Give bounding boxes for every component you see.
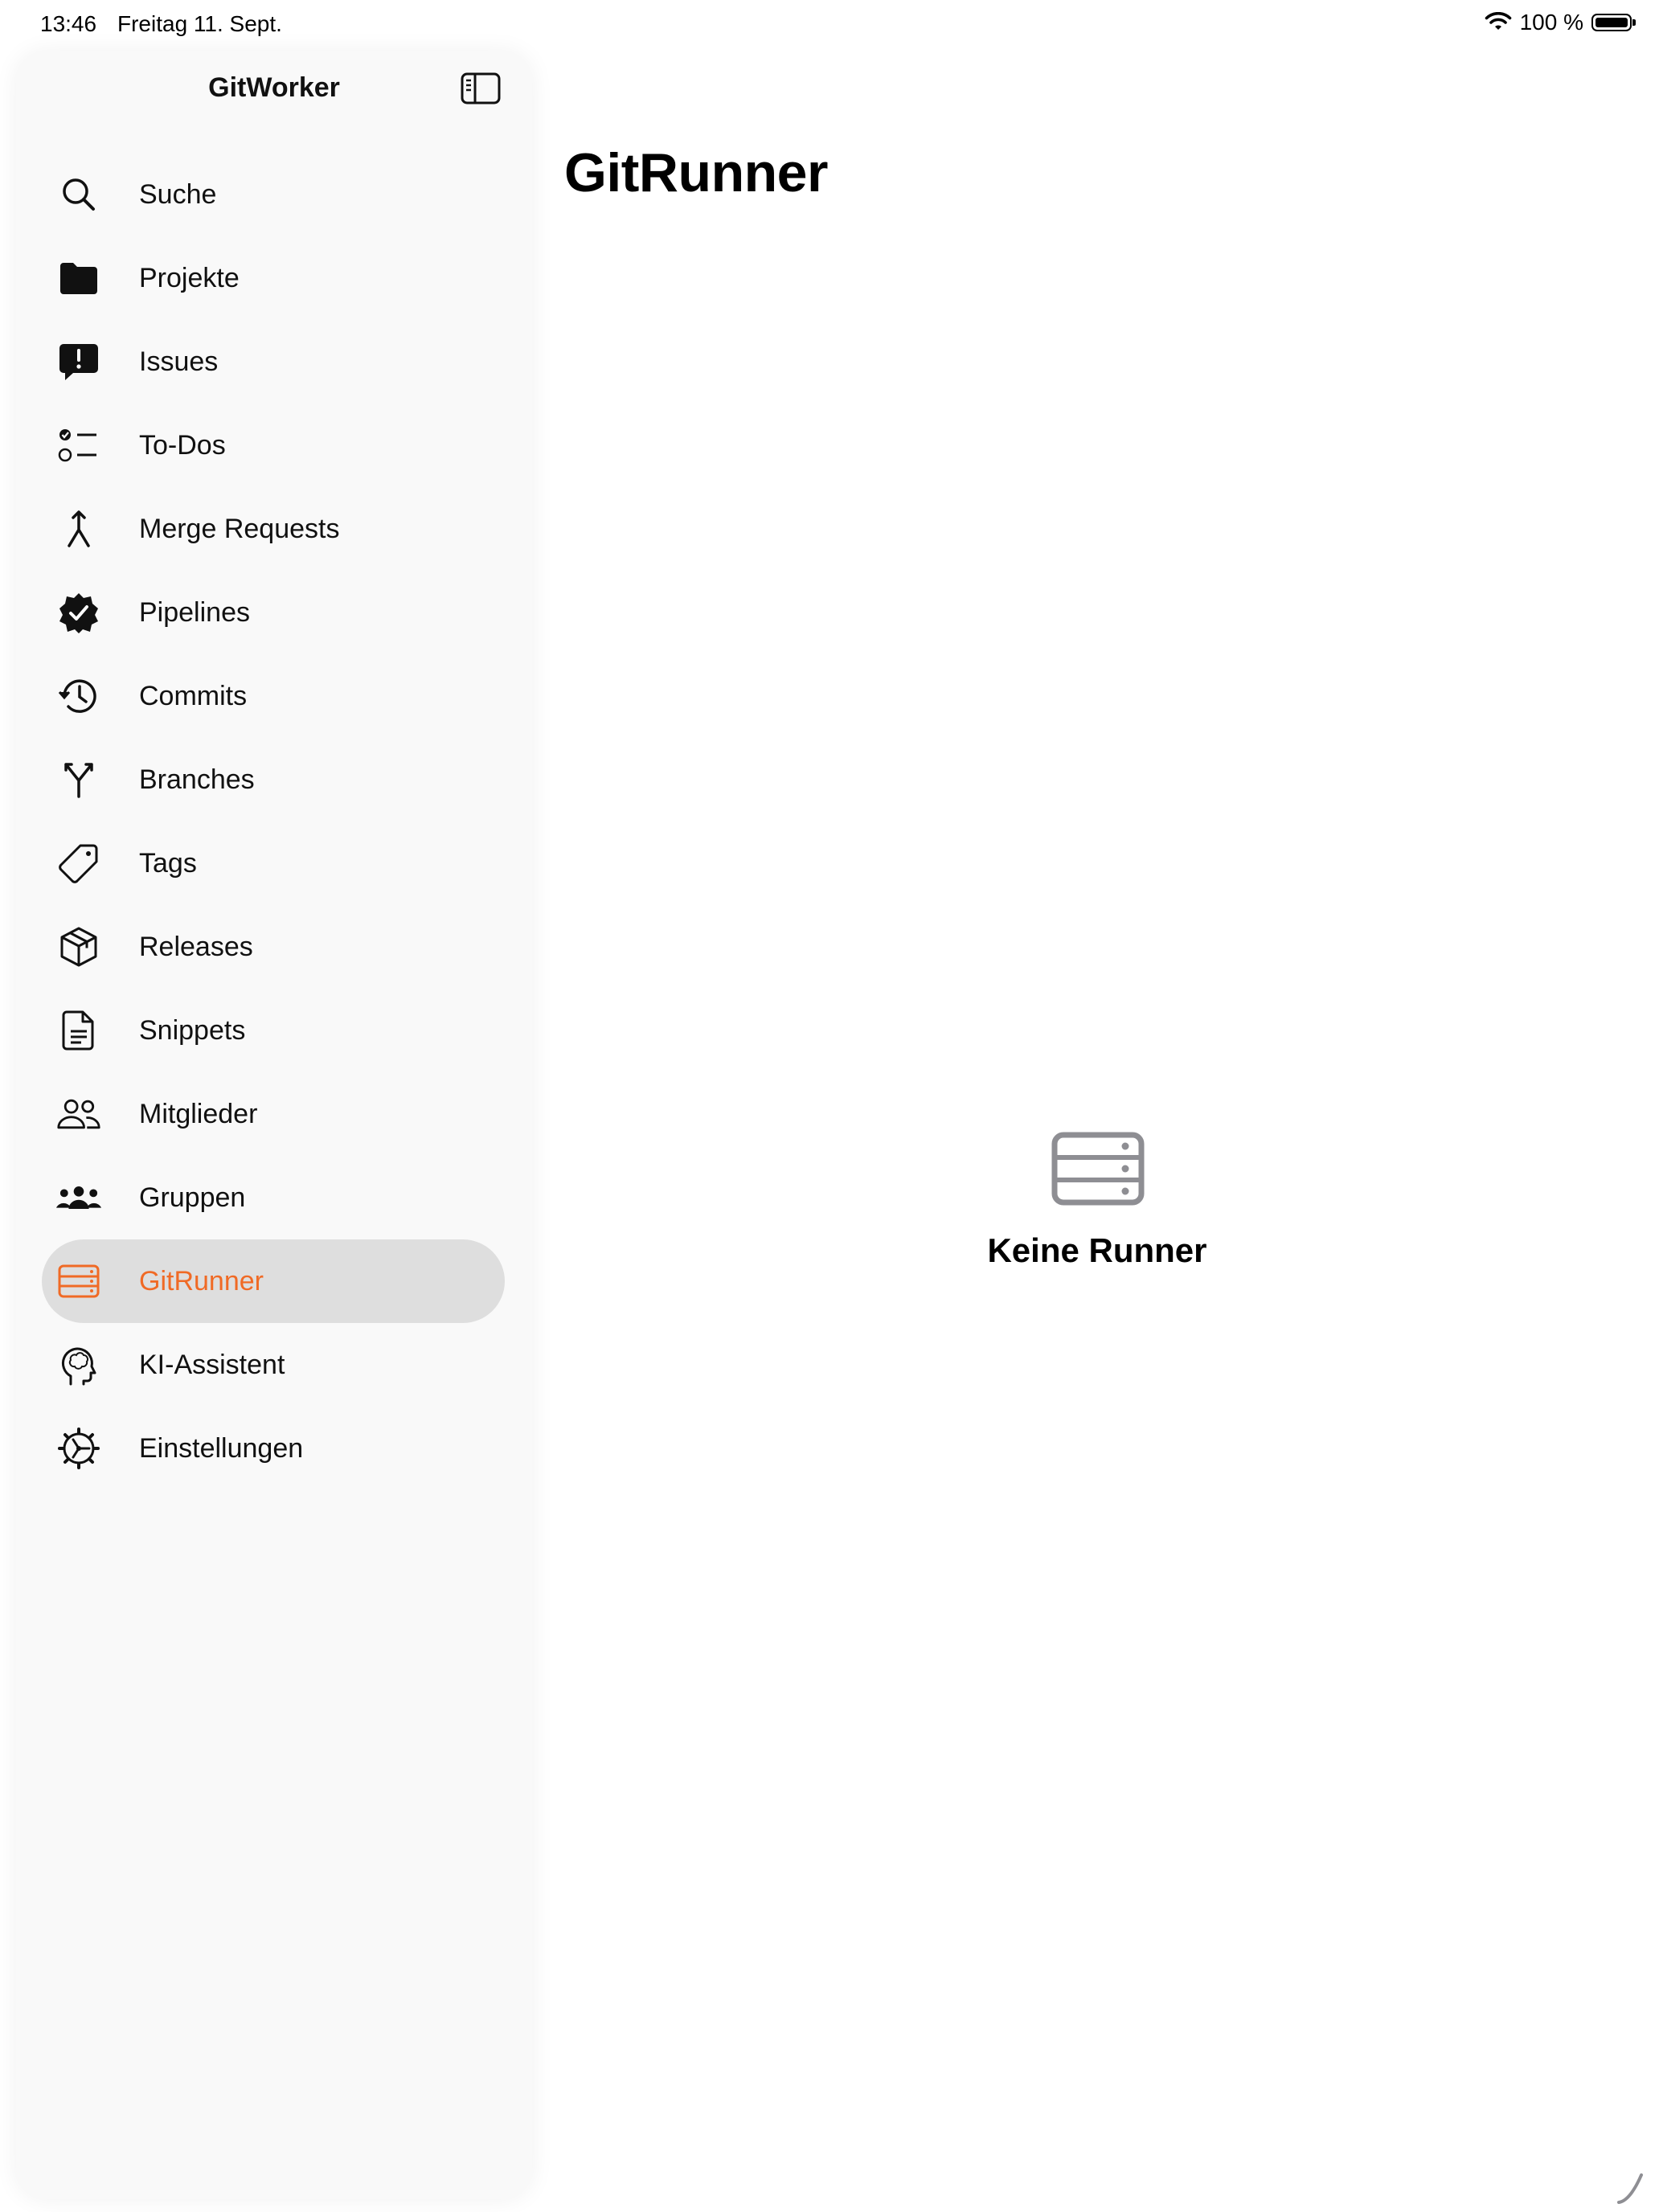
sidebar-item-merge-requests[interactable]: Merge Requests — [42, 487, 505, 571]
battery-percent: 100 % — [1519, 10, 1583, 35]
checklist-icon — [56, 423, 101, 468]
sidebar-item-einstellungen[interactable]: Einstellungen — [42, 1407, 505, 1490]
magnifyingglass-icon — [56, 172, 101, 217]
branch-icon — [56, 757, 101, 802]
sidebar-item-ki-assistent[interactable]: KI-Assistent — [42, 1323, 505, 1407]
sidebar-item-gruppen[interactable]: Gruppen — [42, 1156, 505, 1239]
sidebar-item-label: Projekte — [139, 262, 240, 293]
person-3-icon — [56, 1175, 101, 1220]
wifi-icon — [1485, 12, 1511, 30]
sidebar-item-label: Mitglieder — [139, 1098, 258, 1129]
sidebar-item-label: Releases — [139, 931, 253, 962]
resize-handle-icon[interactable] — [1616, 2170, 1651, 2206]
sidebar-item-label: Issues — [139, 346, 219, 377]
sidebar-item-to-dos[interactable]: To-Dos — [42, 403, 505, 487]
sidebar-item-label: To-Dos — [139, 429, 226, 461]
sidebar-item-label: Gruppen — [139, 1182, 246, 1213]
checkmark-seal-icon — [56, 590, 101, 635]
sidebar-item-label: Branches — [139, 764, 255, 795]
document-icon — [56, 1008, 101, 1053]
sidebar-item-pipelines[interactable]: Pipelines — [42, 571, 505, 654]
page-title: GitRunner — [564, 142, 828, 203]
sidebar-item-label: Einstellungen — [139, 1432, 304, 1464]
sidebar-item-label: KI-Assistent — [139, 1349, 285, 1380]
person-2-icon — [56, 1092, 101, 1137]
sidebar-item-tags[interactable]: Tags — [42, 821, 505, 905]
sidebar: GitWorker Suche Projekte Issues To-Dos M… — [16, 51, 532, 2199]
status-date: Freitag 11. Sept. — [117, 11, 282, 36]
sidebar-item-gitrunner[interactable]: GitRunner — [42, 1239, 505, 1323]
folder-icon — [56, 256, 101, 301]
sidebar-item-projekte[interactable]: Projekte — [42, 236, 505, 320]
sidebar-item-label: Merge Requests — [139, 513, 340, 544]
tag-icon — [56, 841, 101, 886]
brain-head-icon — [56, 1342, 101, 1387]
merge-icon — [56, 506, 101, 551]
sidebar-item-label: Suche — [139, 178, 217, 210]
shipping-box-icon — [56, 924, 101, 969]
sidebar-item-mitglieder[interactable]: Mitglieder — [42, 1072, 505, 1156]
exclamation-bubble-icon — [56, 339, 101, 384]
status-bar: 13:46 Freitag 11. Sept. 100 % — [0, 0, 1659, 51]
sidebar-item-label: Pipelines — [139, 596, 250, 628]
sidebar-item-branches[interactable]: Branches — [42, 738, 505, 821]
empty-state-text: Keine Runner — [987, 1231, 1207, 1269]
status-right: 100 % — [1485, 10, 1636, 35]
sidebar-nav: Suche Projekte Issues To-Dos Merge Reque… — [42, 153, 505, 1490]
server-rack-icon — [56, 1259, 101, 1304]
sidebar-item-issues[interactable]: Issues — [42, 320, 505, 403]
sidebar-item-label: Snippets — [139, 1014, 246, 1046]
status-time: 13:46 — [40, 11, 97, 36]
sidebar-item-releases[interactable]: Releases — [42, 905, 505, 989]
sidebar-item-label: Commits — [139, 680, 248, 711]
sidebar-left-icon[interactable] — [460, 71, 502, 106]
server-rack-icon — [1051, 1132, 1145, 1206]
clock-history-icon — [56, 674, 101, 719]
sidebar-title: GitWorker — [208, 72, 340, 103]
sidebar-item-label: Tags — [139, 847, 197, 879]
sidebar-item-label: GitRunner — [139, 1265, 264, 1296]
sidebar-item-commits[interactable]: Commits — [42, 654, 505, 738]
sidebar-item-snippets[interactable]: Snippets — [42, 989, 505, 1072]
battery-icon — [1591, 14, 1636, 31]
sidebar-item-suche[interactable]: Suche — [42, 153, 505, 236]
gear-icon — [56, 1426, 101, 1471]
